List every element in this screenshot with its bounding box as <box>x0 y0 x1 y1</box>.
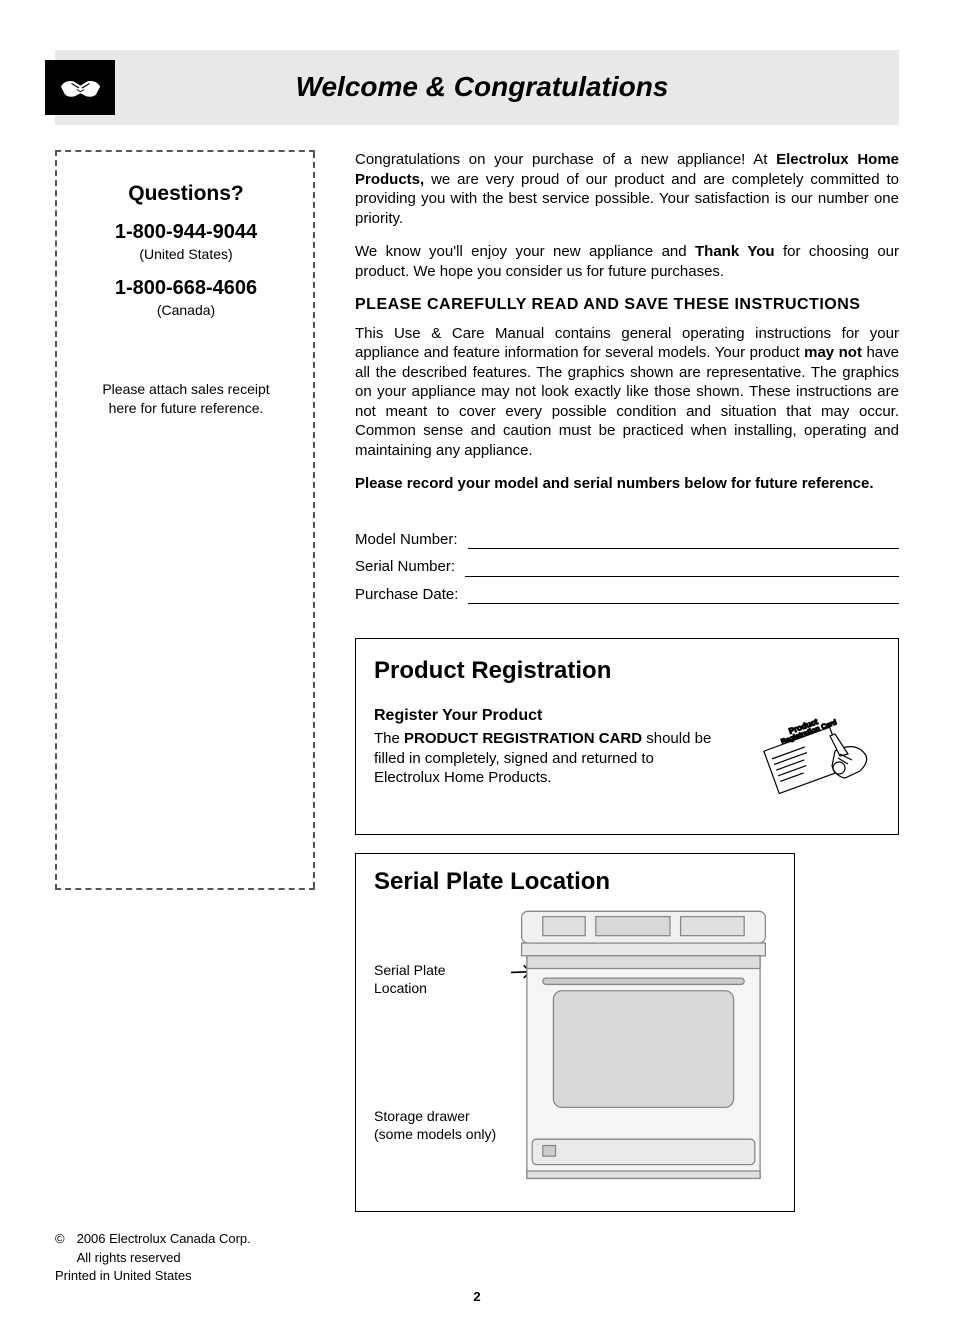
model-input-line[interactable] <box>468 534 899 549</box>
questions-sidebar: Questions? 1-800-944-9044 (United States… <box>55 150 315 890</box>
text: we are very proud of our product and are… <box>355 171 899 227</box>
record-note: Please record your model and serial numb… <box>355 474 899 494</box>
header-band: Welcome & Congratulations <box>55 50 899 125</box>
page-title: Welcome & Congratulations <box>115 69 899 105</box>
text: (some models only) <box>374 1126 496 1142</box>
thankyou-bold: Thank You <box>695 243 775 260</box>
purchase-input-line[interactable] <box>468 589 899 604</box>
product-registration-box: Product Registration Register Your Produ… <box>355 638 899 835</box>
text: The <box>374 730 404 747</box>
text: Congratulations on your purchase of a ne… <box>355 151 776 168</box>
registration-title: Product Registration <box>374 655 880 686</box>
phone-us-sub: (United States) <box>75 245 297 263</box>
main-content: Congratulations on your purchase of a ne… <box>355 150 899 1212</box>
intro-para-2: We know you'll enjoy your new appliance … <box>355 242 899 281</box>
footer: © 2006 Electrolux Canada Corp. All right… <box>55 1230 899 1285</box>
purchase-label: Purchase Date: <box>355 585 458 605</box>
model-label: Model Number: <box>355 530 458 550</box>
text: Storage drawer <box>374 1108 470 1124</box>
intro-para-3: This Use & Care Manual contains general … <box>355 324 899 461</box>
copyright-symbol: © <box>55 1230 65 1266</box>
text: have all the described features. The gra… <box>355 344 899 459</box>
purchase-date-field: Purchase Date: <box>355 585 899 605</box>
model-number-field: Model Number: <box>355 530 899 550</box>
registration-subtitle: Register Your Product <box>374 706 720 727</box>
receipt-note-line2: here for future reference. <box>75 399 297 418</box>
intro-para-1: Congratulations on your purchase of a ne… <box>355 150 899 228</box>
questions-heading: Questions? <box>75 180 297 207</box>
serial-input-line[interactable] <box>465 562 899 577</box>
registration-card-illustration: Product Registration Card <box>740 706 880 816</box>
appliance-illustration <box>511 906 776 1198</box>
text: We know you'll enjoy your new appliance … <box>355 243 695 260</box>
registration-text: The PRODUCT REGISTRATION CARD should be … <box>374 729 720 788</box>
phone-ca-sub: (Canada) <box>75 301 297 319</box>
instructions-heading: PLEASE CAREFULLY READ AND SAVE THESE INS… <box>355 295 899 316</box>
printed-text: Printed in United States <box>55 1267 899 1285</box>
page-number: 2 <box>55 1289 899 1306</box>
serial-plate-title: Serial Plate Location <box>374 866 776 897</box>
receipt-note: Please attach sales receipt here for fut… <box>75 380 297 418</box>
maynot-bold: may not <box>804 344 862 361</box>
copyright-text: 2006 Electrolux Canada Corp. <box>77 1230 251 1248</box>
handshake-icon <box>45 60 115 115</box>
rights-text: All rights reserved <box>77 1249 251 1267</box>
reg-card-bold: PRODUCT REGISTRATION CARD <box>404 730 642 747</box>
serial-plate-box: Serial Plate Location Serial Plate Locat… <box>355 853 795 1212</box>
phone-us: 1-800-944-9044 <box>75 219 297 245</box>
serial-number-field: Serial Number: <box>355 557 899 577</box>
phone-ca: 1-800-668-4606 <box>75 275 297 301</box>
receipt-note-line1: Please attach sales receipt <box>75 380 297 399</box>
serial-plate-label: Serial Plate Location <box>374 961 499 997</box>
storage-drawer-label: Storage drawer (some models only) <box>374 1107 499 1143</box>
serial-label: Serial Number: <box>355 557 455 577</box>
